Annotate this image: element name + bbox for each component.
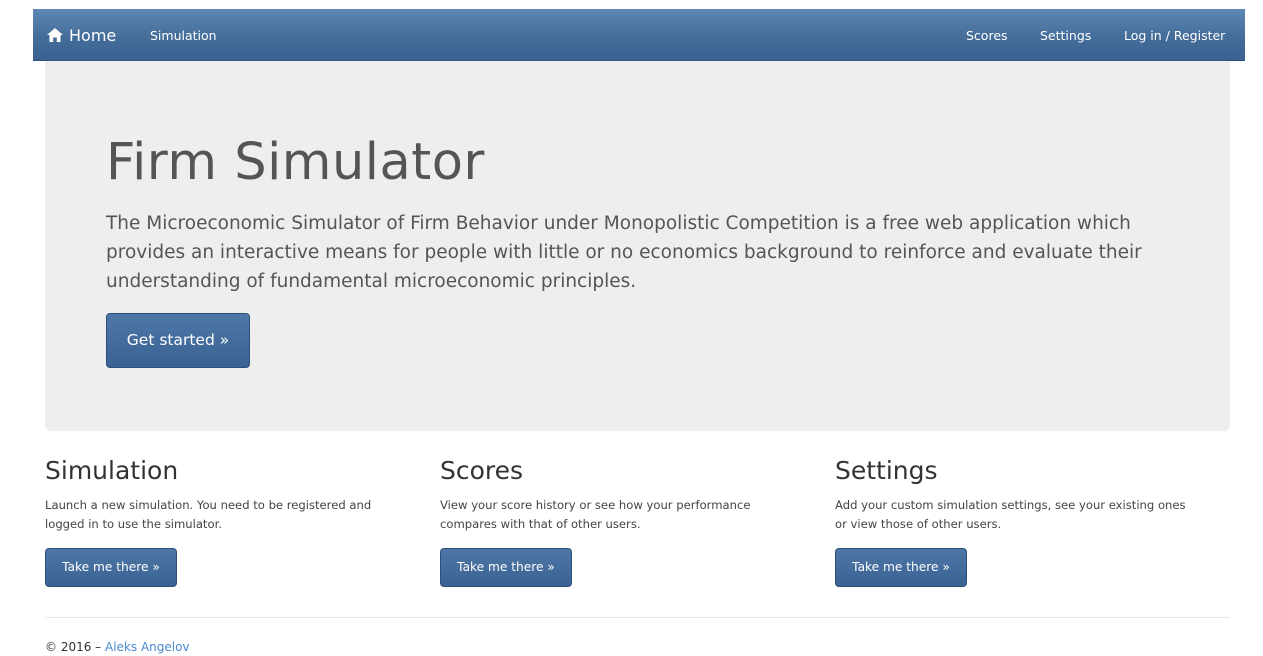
hero-jumbotron: Firm Simulator The Microeconomic Simulat… bbox=[45, 61, 1230, 431]
nav-login-register[interactable]: Log in / Register bbox=[1124, 9, 1225, 61]
footer-copyright: © 2016 – bbox=[45, 640, 102, 654]
footer-divider bbox=[45, 617, 1230, 618]
scores-section: Scores View your score history or see ho… bbox=[440, 456, 815, 587]
home-link[interactable]: Home bbox=[46, 9, 116, 61]
footer-author-link[interactable]: Aleks Angelov bbox=[105, 640, 190, 654]
scores-take-me-there-button[interactable]: Take me there » bbox=[440, 548, 572, 587]
simulation-heading: Simulation bbox=[45, 456, 179, 485]
hero-description: The Microeconomic Simulator of Firm Beha… bbox=[106, 213, 1142, 292]
get-started-button[interactable]: Get started » bbox=[106, 313, 250, 368]
settings-description: Add your custom simulation settings, see… bbox=[835, 498, 1186, 531]
nav-simulation[interactable]: Simulation bbox=[150, 9, 217, 61]
scores-description: View your score history or see how your … bbox=[440, 498, 751, 531]
settings-section: Settings Add your custom simulation sett… bbox=[835, 456, 1210, 587]
settings-take-me-there-button[interactable]: Take me there » bbox=[835, 548, 967, 587]
page-title: Firm Simulator bbox=[106, 133, 485, 192]
simulation-take-me-there-button[interactable]: Take me there » bbox=[45, 548, 177, 587]
top-navbar: Home Simulation Scores Settings Log in /… bbox=[33, 9, 1245, 61]
home-label: Home bbox=[69, 25, 117, 45]
simulation-description: Launch a new simulation. You need to be … bbox=[45, 498, 372, 531]
scores-heading: Scores bbox=[440, 456, 524, 485]
home-icon bbox=[47, 28, 63, 42]
footer: © 2016 – Aleks Angelov bbox=[45, 640, 190, 654]
simulation-section: Simulation Launch a new simulation. You … bbox=[45, 456, 420, 587]
nav-scores[interactable]: Scores bbox=[966, 9, 1008, 61]
settings-heading: Settings bbox=[835, 456, 938, 485]
nav-settings[interactable]: Settings bbox=[1040, 9, 1091, 61]
